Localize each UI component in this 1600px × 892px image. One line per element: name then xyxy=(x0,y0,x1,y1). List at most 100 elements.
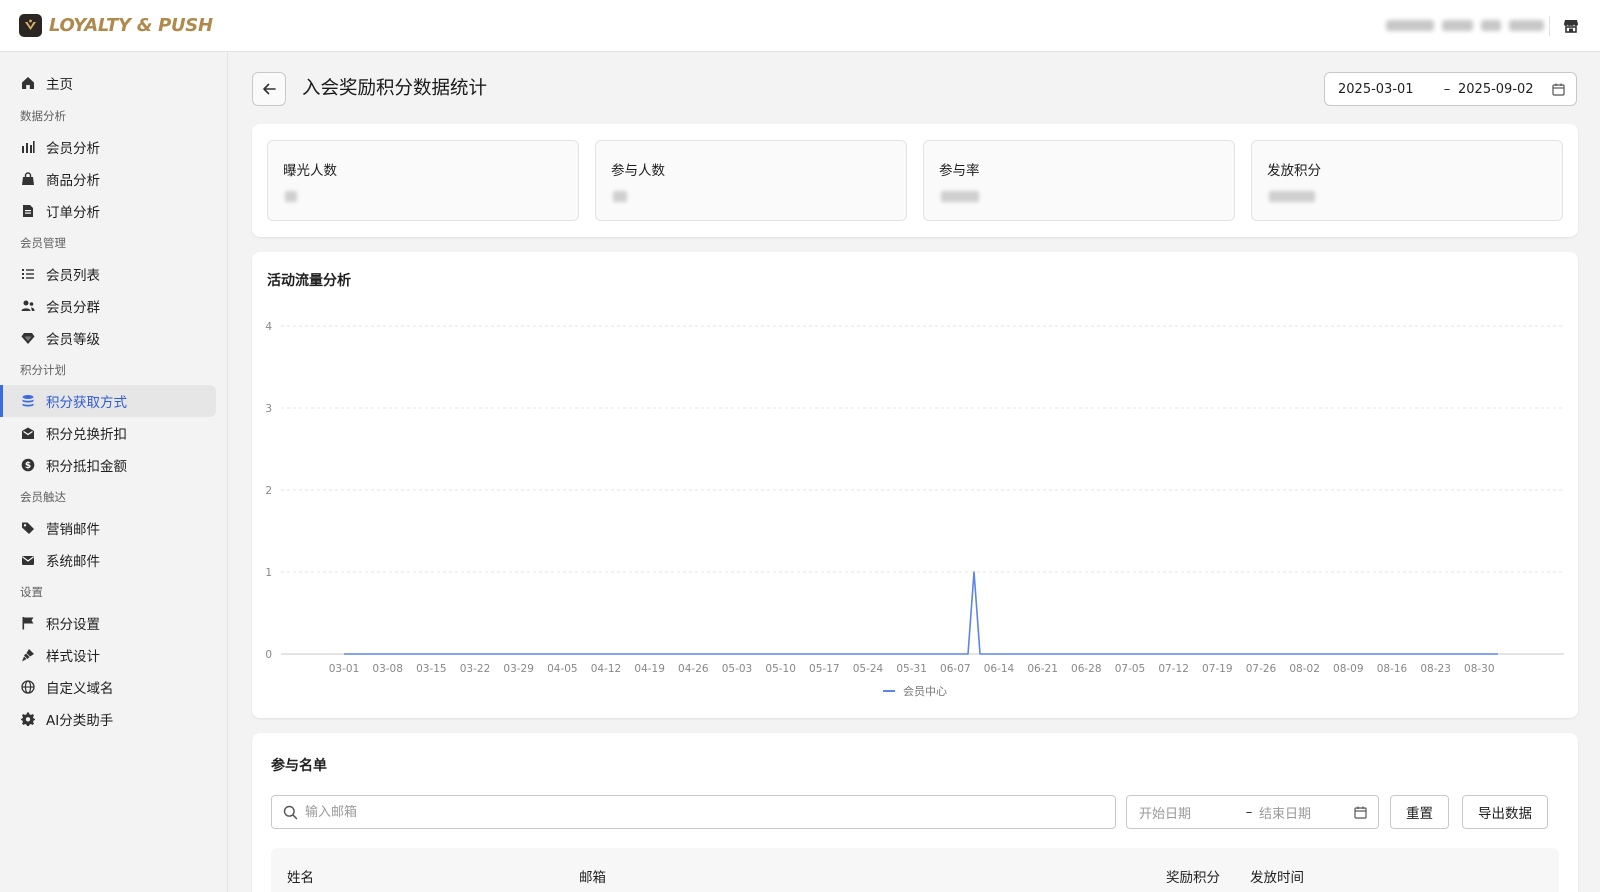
x-tick-label: 05-17 xyxy=(809,663,840,675)
x-tick-label: 08-16 xyxy=(1377,663,1408,675)
x-tick-label: 06-07 xyxy=(940,663,971,675)
export-data-button[interactable]: 导出数据 xyxy=(1462,795,1548,829)
sidebar-item-label: 会员列表 xyxy=(46,268,100,284)
page-title: 入会奖励积分数据统计 xyxy=(302,78,488,99)
email-search-box[interactable] xyxy=(271,795,1116,829)
participants-table-header: 姓名 邮箱 奖励积分 发放时间 xyxy=(271,848,1559,892)
tag-icon xyxy=(20,520,36,536)
sidebar-item-label: 系统邮件 xyxy=(46,554,100,570)
x-tick-label: 03-01 xyxy=(329,663,360,675)
sidebar-item-label: 样式设计 xyxy=(46,649,100,665)
dollar-coin-icon: $ xyxy=(20,457,36,473)
sidebar-item-style-design[interactable]: 样式设计 xyxy=(0,639,216,671)
participants-title: 参与名单 xyxy=(271,758,327,774)
sidebar-item-system-email[interactable]: 系统邮件 xyxy=(0,544,216,576)
shopping-bag-icon xyxy=(20,171,36,187)
sidebar: 主页 数据分析 会员分析 商品分析 订单分析 会员管理 会员列表 会员分群 会员… xyxy=(0,52,228,892)
header-divider xyxy=(1549,16,1550,36)
stat-label: 曝光人数 xyxy=(283,163,337,179)
sidebar-item-product-analysis[interactable]: 商品分析 xyxy=(0,163,216,195)
y-tick-label: 1 xyxy=(265,567,272,579)
participants-date-range[interactable]: 开始日期 – 结束日期 xyxy=(1126,795,1379,829)
x-tick-label: 07-12 xyxy=(1158,663,1189,675)
date-range-separator: – xyxy=(1443,81,1451,97)
y-tick-label: 4 xyxy=(265,321,272,333)
column-header-name[interactable]: 姓名 xyxy=(287,866,314,886)
stat-label: 参与率 xyxy=(939,163,980,179)
stat-participants: 参与人数 xyxy=(595,140,907,221)
y-tick-label: 2 xyxy=(265,485,272,497)
svg-text:$: $ xyxy=(25,461,31,471)
sidebar-item-home[interactable]: 主页 xyxy=(0,67,216,99)
sidebar-item-member-list[interactable]: 会员列表 xyxy=(0,258,216,290)
stat-exposure: 曝光人数 xyxy=(267,140,579,221)
stat-points-issued: 发放积分 xyxy=(1251,140,1563,221)
store-icon[interactable] xyxy=(1562,17,1580,35)
column-header-issue-time[interactable]: 发放时间 xyxy=(1250,866,1304,886)
app-logo[interactable]: LOYALTY & PUSH xyxy=(19,14,213,37)
envelope-icon xyxy=(20,552,36,568)
sidebar-item-custom-domain[interactable]: 自定义域名 xyxy=(0,671,216,703)
x-tick-label: 07-19 xyxy=(1202,663,1233,675)
column-header-reward-points[interactable]: 奖励积分 xyxy=(1166,866,1220,886)
sidebar-item-points-redeem-discount[interactable]: 积分兑换折扣 xyxy=(0,417,216,449)
end-date-field[interactable]: 结束日期 xyxy=(1259,803,1349,822)
date-range-end[interactable]: 2025-09-02 xyxy=(1458,82,1554,97)
stat-value-redacted xyxy=(285,191,297,202)
x-tick-label: 05-31 xyxy=(896,663,927,675)
x-tick-label: 03-15 xyxy=(416,663,447,675)
sidebar-item-points-settings[interactable]: 积分设置 xyxy=(0,607,216,639)
x-tick-label: 04-26 xyxy=(678,663,709,675)
sidebar-item-member-segments[interactable]: 会员分群 xyxy=(0,290,216,322)
x-tick-label: 04-12 xyxy=(591,663,622,675)
calendar-icon[interactable] xyxy=(1552,83,1565,100)
date-range-separator: – xyxy=(1245,804,1253,820)
x-tick-label: 06-21 xyxy=(1027,663,1058,675)
column-header-email[interactable]: 邮箱 xyxy=(579,866,606,886)
reset-button[interactable]: 重置 xyxy=(1390,795,1449,829)
sidebar-group-title: 数据分析 xyxy=(20,109,66,123)
x-tick-label: 05-10 xyxy=(765,663,796,675)
home-icon xyxy=(20,75,36,91)
date-range-picker[interactable]: 2025-03-01 – 2025-09-02 xyxy=(1324,72,1577,106)
calendar-icon[interactable] xyxy=(1354,806,1367,823)
search-icon xyxy=(283,805,298,819)
sidebar-item-label: 自定义域名 xyxy=(46,681,114,697)
sidebar-item-points-earning[interactable]: 积分获取方式 xyxy=(0,385,216,417)
date-range-start[interactable]: 2025-03-01 xyxy=(1338,82,1436,97)
sidebar-item-label: 主页 xyxy=(46,77,73,93)
start-date-field[interactable]: 开始日期 xyxy=(1139,803,1239,822)
back-button[interactable] xyxy=(252,72,286,106)
x-tick-label: 03-22 xyxy=(460,663,491,675)
sidebar-item-ai-classifier[interactable]: AI分类助手 xyxy=(0,703,216,735)
x-tick-label: 06-14 xyxy=(984,663,1015,675)
sidebar-item-label: 订单分析 xyxy=(46,205,100,221)
x-tick-label: 08-30 xyxy=(1464,663,1495,675)
gift-mail-icon xyxy=(20,425,36,441)
sidebar-item-member-levels[interactable]: 会员等级 xyxy=(0,322,216,354)
x-tick-label: 07-26 xyxy=(1246,663,1277,675)
x-tick-label: 04-19 xyxy=(634,663,665,675)
document-icon xyxy=(20,203,36,219)
sidebar-item-marketing-email[interactable]: 营销邮件 xyxy=(0,512,216,544)
sidebar-item-label: 会员分析 xyxy=(46,141,100,157)
list-icon xyxy=(20,266,36,282)
x-tick-label: 08-09 xyxy=(1333,663,1364,675)
stat-value-redacted xyxy=(1269,191,1315,202)
line-chart: 0 1 2 3 4 03-01 03-08 03-15 03-22 03-29 04-05 04-12… xyxy=(265,321,1564,698)
stat-value-redacted xyxy=(941,191,979,202)
sidebar-item-points-deduct-amount[interactable]: $ 积分抵扣金额 xyxy=(0,449,216,481)
users-icon xyxy=(20,298,36,314)
x-tick-label: 04-05 xyxy=(547,663,578,675)
sidebar-item-order-analysis[interactable]: 订单分析 xyxy=(0,195,216,227)
sidebar-group-title: 设置 xyxy=(20,585,43,599)
sidebar-item-member-analysis[interactable]: 会员分析 xyxy=(0,131,216,163)
database-icon xyxy=(20,393,36,409)
sidebar-item-label: AI分类助手 xyxy=(46,713,114,729)
flag-icon xyxy=(20,615,36,631)
traffic-chart-card: 活动流量分析 0 1 2 3 4 03-01 03-08 03-15 03-22 03-29 04-… xyxy=(252,252,1578,718)
email-search-input[interactable] xyxy=(305,804,1085,820)
top-bar: LOYALTY & PUSH xyxy=(0,0,1600,52)
stat-label: 参与人数 xyxy=(611,163,665,179)
sidebar-item-label: 会员等级 xyxy=(46,332,100,348)
